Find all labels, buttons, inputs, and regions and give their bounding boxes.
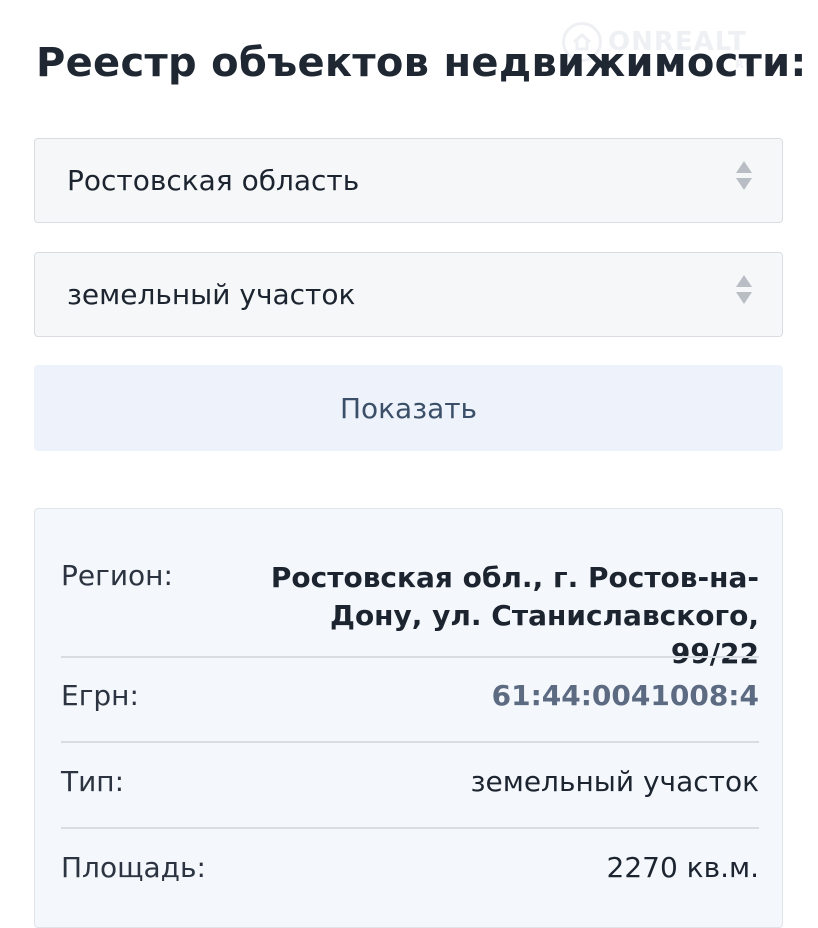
show-button[interactable]: Показать [34,365,783,451]
result-card: Регион: Ростовская обл., г. Ростов-на-До… [34,508,783,928]
object-type-select[interactable]: земельный участок [34,252,783,337]
region-select[interactable]: Ростовская область [34,138,783,223]
area-label: Площадь: [61,851,206,884]
result-row-type: Тип: земельный участок [61,765,759,798]
type-value: земельный участок [470,765,759,798]
page-title: Реестр объектов недвижимости: [36,40,807,86]
result-row-area: Площадь: 2270 кв.м. [61,851,759,884]
region-select-value: Ростовская область [67,164,360,197]
type-label: Тип: [61,765,125,798]
select-arrows-icon [736,161,752,190]
area-value: 2270 кв.м. [606,851,760,884]
egrn-label: Егрн: [61,679,139,712]
object-type-select-value: земельный участок [67,278,356,311]
egrn-link[interactable]: 61:44:0041008:4 [492,679,759,712]
select-arrows-icon [736,275,752,304]
divider [61,741,759,743]
result-row-egrn: Егрн: 61:44:0041008:4 [61,679,759,712]
divider [61,827,759,829]
divider [61,656,759,658]
